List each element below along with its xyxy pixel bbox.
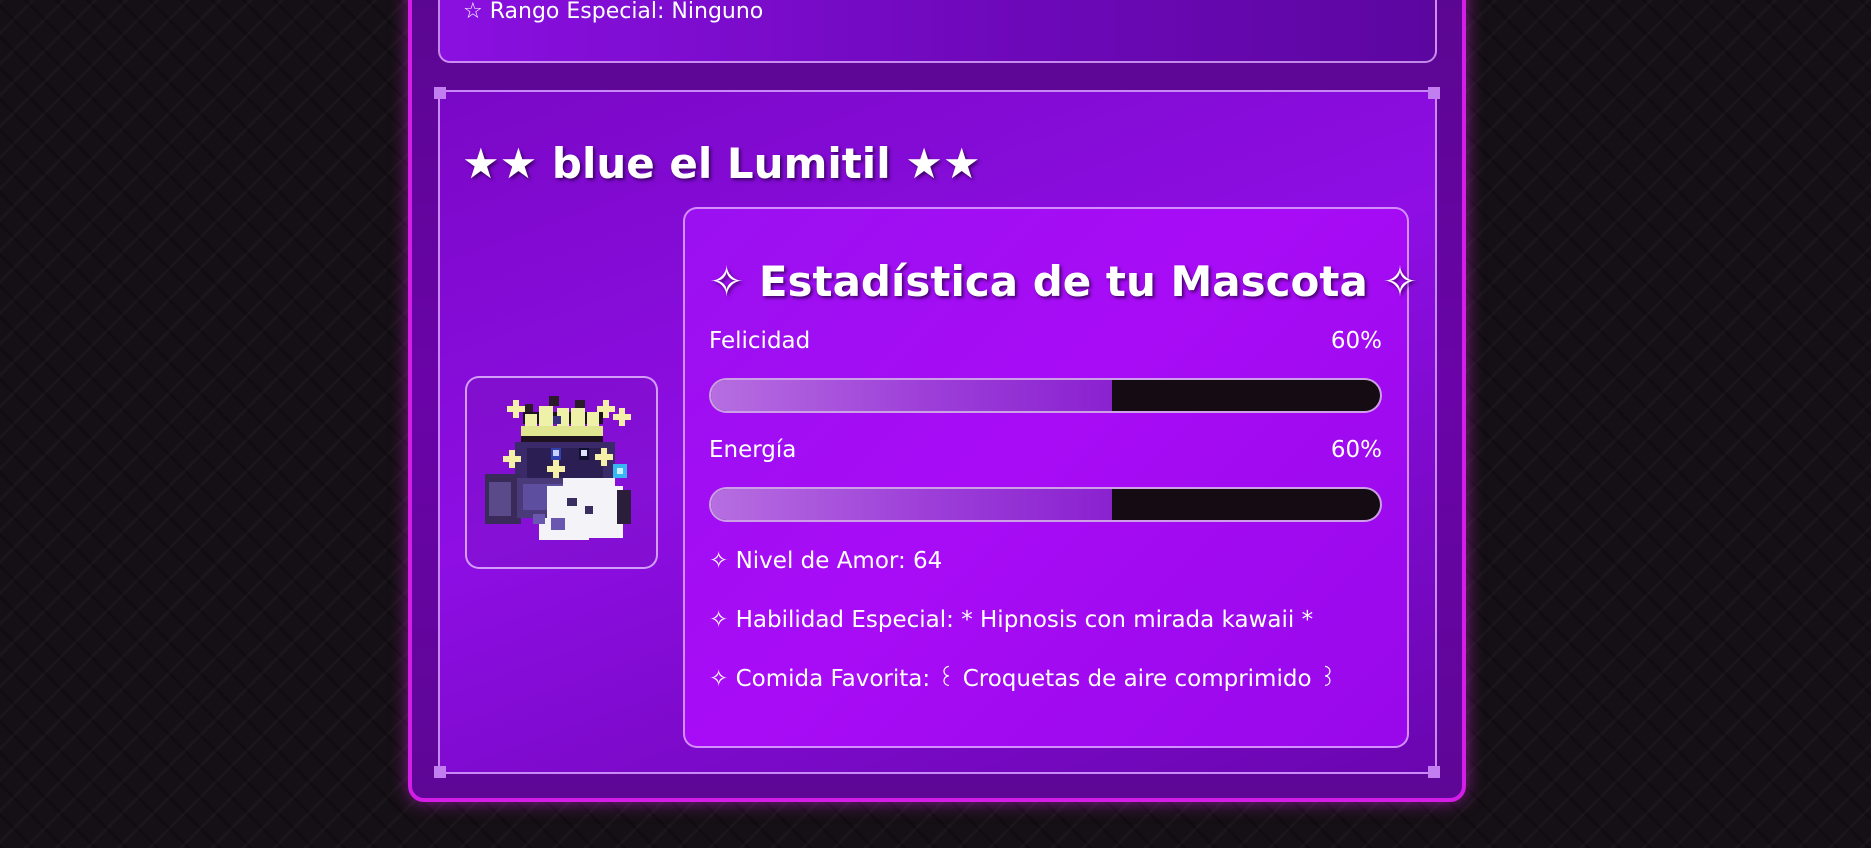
frame-corner-bottom-left — [434, 766, 446, 778]
special-skill-text: ✧ Habilidad Especial: * Hipnosis con mir… — [709, 607, 1314, 633]
pet-avatar[interactable] — [465, 376, 658, 569]
love-level-text: ✧ Nivel de Amor: 64 — [709, 548, 943, 574]
energy-bar — [709, 487, 1382, 522]
stats-title: ✧ Estadística de tu Mascota ✧ — [709, 257, 1418, 306]
happiness-label: Felicidad — [709, 328, 811, 354]
happiness-bar — [709, 378, 1382, 413]
happiness-percent: 60% — [1330, 328, 1382, 354]
favorite-food-text: ✧ Comida Favorita: ꒰ Croquetas de aire c… — [709, 666, 1337, 692]
pet-sprite-icon — [485, 396, 631, 540]
happiness-bar-fill — [711, 380, 1113, 411]
frame-corner-bottom-right — [1428, 766, 1440, 778]
pet-name-title: ★★ blue el Lumitil ★★ — [462, 139, 981, 188]
frame-corner-top-right — [1428, 87, 1440, 99]
frame-corner-top-left — [434, 87, 446, 99]
special-rank-text: ☆ Rango Especial: Ninguno — [463, 0, 764, 24]
energy-label: Energía — [709, 437, 797, 463]
energy-percent: 60% — [1330, 437, 1382, 463]
energy-bar-fill — [711, 489, 1113, 520]
